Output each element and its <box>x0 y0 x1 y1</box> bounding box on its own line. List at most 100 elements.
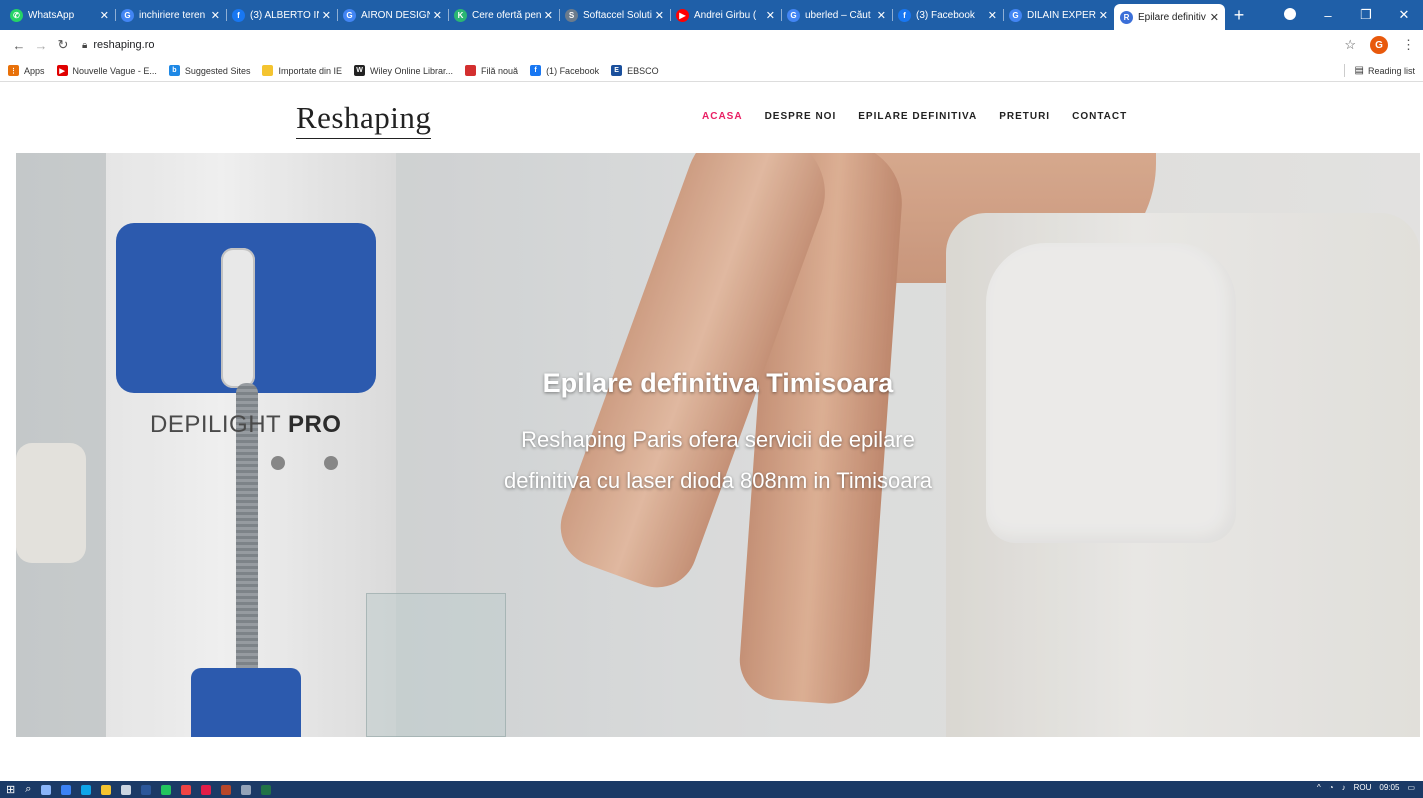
browser-tab[interactable]: Ginchiriere teren ✕ <box>115 4 226 26</box>
tab-favicon-icon: f <box>898 8 911 22</box>
hero-banner: DEPILIGHT PRO Epilare definitiva Timisoa… <box>16 153 1420 737</box>
browser-tab[interactable]: f (3) Facebook ✕ <box>892 4 1003 26</box>
close-window-icon[interactable]: ✕ <box>1385 7 1423 23</box>
tab-title: Softaccel Soluti <box>583 9 652 21</box>
browser-tab[interactable]: Guberled – Căut ✕ <box>781 4 892 26</box>
tab-close-icon[interactable]: ✕ <box>100 9 109 22</box>
network-icon[interactable]: ◔ <box>1329 783 1334 792</box>
bookmark-icon: W <box>354 65 365 76</box>
windows-taskbar: ⊞ ⌕ ^ ◔ ♪ ROU 09:05 ▭ <box>0 781 1423 798</box>
browser-tab[interactable]: R Epilare definitiv ✕ <box>1114 4 1225 30</box>
browser-tab[interactable]: ✆ WhatsApp ✕ <box>4 4 115 26</box>
bookmark-item[interactable]: ▶ Nouvelle Vague - E... <box>56 65 157 76</box>
bookmark-item[interactable]: f (1) Facebook <box>530 65 599 76</box>
tab-favicon-icon: G <box>1009 8 1022 22</box>
reload-icon[interactable]: ↻ <box>52 37 74 53</box>
edge-icon[interactable] <box>81 784 92 795</box>
tab-favicon-icon: G <box>787 8 800 22</box>
bookmark-label: Filă nouă <box>481 65 519 76</box>
app-icon[interactable] <box>181 784 192 795</box>
browser-tab-strip: ✆ WhatsApp ✕ Ginchiriere teren ✕ f (3) ALBERTO… <box>0 0 1423 30</box>
bookmark-label: Importate din IE <box>278 65 342 76</box>
notifications-icon[interactable]: ▭ <box>1407 783 1415 792</box>
browser-tab[interactable]: f (3) ALBERTO IN ✕ <box>226 4 337 26</box>
tab-close-icon[interactable]: ✕ <box>766 9 775 22</box>
tab-title: inchiriere teren <box>139 9 206 21</box>
tab-title: WhatsApp <box>28 9 75 21</box>
address-bar[interactable]: reshaping.ro <box>93 39 154 51</box>
nav-item-despre-noi[interactable]: DESPRE NOI <box>765 111 837 122</box>
bookmark-icon <box>465 65 477 76</box>
tab-close-icon[interactable]: ✕ <box>1099 9 1108 22</box>
browser-tab[interactable]: K Cere ofertă pen ✕ <box>448 4 559 26</box>
bookmark-item[interactable]: E EBSCO <box>611 65 659 76</box>
browser-tab[interactable]: ▶ Andrei Girbu (✕ <box>670 4 781 26</box>
mail-icon[interactable] <box>61 784 72 795</box>
browser-tab[interactable]: G DILAIN EXPERT ✕ <box>1003 4 1114 26</box>
main-navigation: ACASA DESPRE NOI EPILARE DEFINITIVA PRETURI… <box>702 111 1127 122</box>
menu-kebab-icon[interactable]: ⋮ <box>1402 37 1415 53</box>
tab-close-icon[interactable]: ✕ <box>544 9 553 22</box>
site-logo[interactable]: Reshaping <box>296 100 432 139</box>
hero-subtitle-line-2: definitiva cu laser dioda 808nm in Timis… <box>503 468 932 493</box>
star-bookmark-icon[interactable]: ☆ <box>1344 37 1356 53</box>
back-arrow-icon[interactable]: ← <box>8 38 30 53</box>
bookmark-icon: ▶ <box>56 65 68 76</box>
search-icon[interactable]: ⌕ <box>25 783 31 796</box>
tray-chevron-icon[interactable]: ^ <box>1317 783 1321 792</box>
nav-item-epilare-definitiva[interactable]: EPILARE DEFINITIVA <box>858 111 977 122</box>
tab-title: uberled – Căut <box>805 9 871 21</box>
system-tray: ^ ◔ ♪ ROU 09:05 ▭ <box>1317 783 1415 792</box>
excel-icon[interactable] <box>261 784 272 795</box>
word-icon[interactable] <box>141 784 152 795</box>
app-icon[interactable] <box>201 784 212 795</box>
tab-favicon-icon: K <box>454 8 467 22</box>
volume-icon[interactable]: ♪ <box>1342 783 1346 792</box>
maximize-icon[interactable]: ❐ <box>1347 7 1385 23</box>
window-controls: – ❐ ✕ <box>1271 0 1423 30</box>
minimize-icon[interactable]: – <box>1309 8 1347 23</box>
nav-item-acasa[interactable]: ACASA <box>702 111 743 122</box>
windows-start-icon[interactable]: ⊞ <box>6 783 15 796</box>
new-tab-button[interactable]: + <box>1225 5 1253 26</box>
browser-tab[interactable]: S Softaccel Soluti ✕ <box>559 4 670 26</box>
language-indicator[interactable]: ROU <box>1354 783 1372 792</box>
webpage: Reshaping ACASA DESPRE NOI EPILARE DEFINIT… <box>0 83 1423 781</box>
browser-tab[interactable]: G AIRON DESIGN ✕ <box>337 4 448 26</box>
nav-item-contact[interactable]: CONTACT <box>1072 111 1127 122</box>
tab-close-icon[interactable]: ✕ <box>988 9 997 22</box>
nav-item-preturi[interactable]: PRETURI <box>999 111 1050 122</box>
bookmark-icon: f <box>530 65 542 76</box>
bookmark-item[interactable]: W Wiley Online Librar... <box>354 65 453 76</box>
site-header: Reshaping ACASA DESPRE NOI EPILARE DEFINIT… <box>0 83 1423 153</box>
bookmark-item[interactable]: ⋮ Apps <box>8 65 45 76</box>
forward-arrow-icon[interactable]: → <box>30 38 52 53</box>
store-icon[interactable] <box>121 784 132 795</box>
tab-title: (3) ALBERTO IN <box>250 9 319 21</box>
tab-close-icon[interactable]: ✕ <box>211 9 220 22</box>
tab-favicon-icon: ▶ <box>676 8 689 22</box>
chrome-icon[interactable] <box>161 784 172 795</box>
bookmark-item[interactable]: Filă nouă <box>465 65 518 76</box>
task-view-icon[interactable] <box>41 784 52 795</box>
tab-favicon-icon: ✆ <box>10 8 23 22</box>
bookmark-icon <box>262 65 274 76</box>
tab-close-icon[interactable]: ✕ <box>877 9 886 22</box>
tab-close-icon[interactable]: ✕ <box>433 9 442 22</box>
tab-title: Epilare definitiv <box>1138 11 1206 23</box>
browser-toolbar: ← → ↻ 🔒︎ reshaping.ro ☆ G ⋮ <box>0 30 1423 60</box>
bookmark-item[interactable]: Importate din IE <box>262 65 342 76</box>
bookmark-item[interactable]: b Suggested Sites <box>168 65 250 76</box>
lock-icon[interactable]: 🔒︎ <box>82 40 87 51</box>
file-explorer-icon[interactable] <box>101 784 112 795</box>
clock[interactable]: 09:05 <box>1379 783 1399 792</box>
tab-close-icon[interactable]: ✕ <box>655 9 664 22</box>
account-avatar[interactable]: G <box>1370 36 1388 54</box>
reading-list-button[interactable]: ▤ Reading list <box>1344 64 1415 77</box>
app-icon[interactable] <box>241 784 252 795</box>
powerpoint-icon[interactable] <box>221 784 232 795</box>
tab-close-icon[interactable]: ✕ <box>1210 11 1219 24</box>
profile-icon[interactable] <box>1271 7 1309 23</box>
tab-close-icon[interactable]: ✕ <box>322 9 331 22</box>
reading-list-label: Reading list <box>1367 65 1415 76</box>
